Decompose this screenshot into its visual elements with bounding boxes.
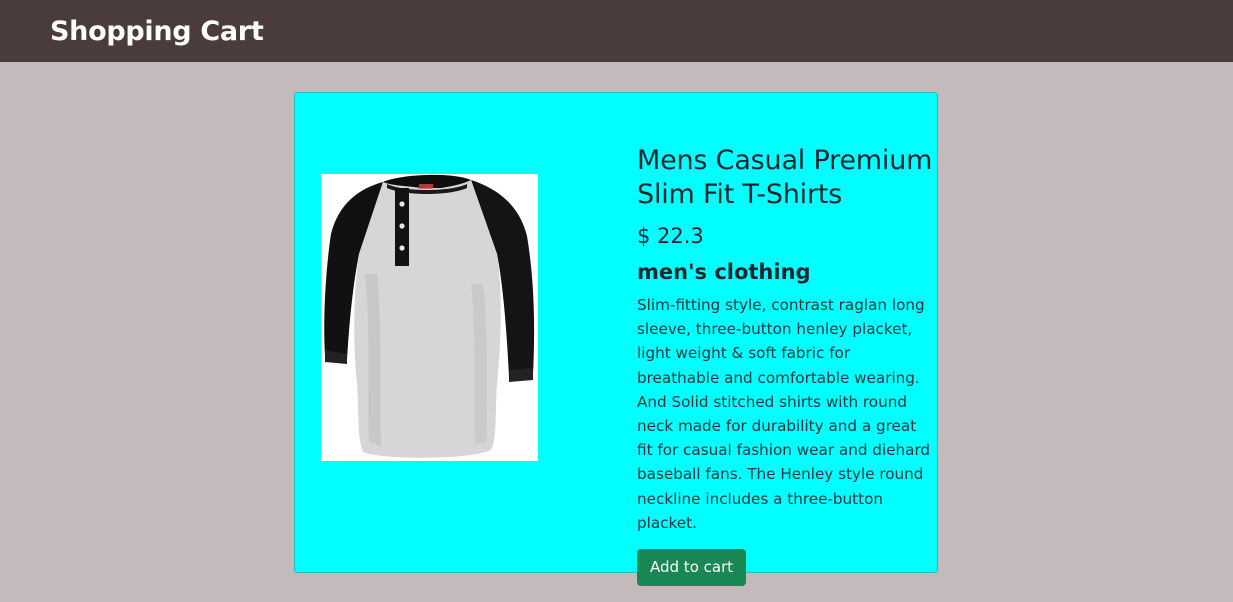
product-category: men's clothing [637,260,811,284]
navbar-brand[interactable]: Shopping Cart [50,16,264,47]
product-card: Mens Casual Premium Slim Fit T-Shirts $ … [294,92,938,587]
product-description: Slim-fitting style, contrast raglan long… [637,296,931,532]
product-price: $ 22.3 [637,224,704,248]
navbar: Shopping Cart [0,0,1233,62]
product-details: Mens Casual Premium Slim Fit T-Shirts $ … [637,144,933,587]
product-image [321,174,538,461]
add-to-cart-button[interactable]: Add to cart [637,549,747,587]
product-title: Mens Casual Premium Slim Fit T-Shirts [637,145,933,210]
henley-tshirt-image [321,174,538,461]
